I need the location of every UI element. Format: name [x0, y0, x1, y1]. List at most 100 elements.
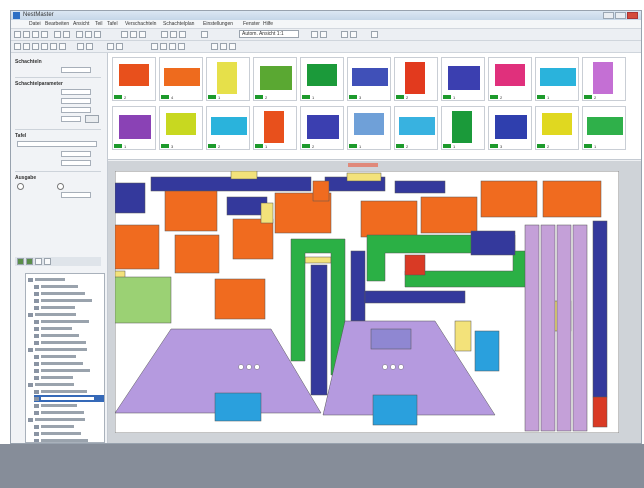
- zoom-fit-icon[interactable]: [139, 31, 146, 38]
- sheet-field-2[interactable]: [61, 160, 91, 166]
- nested-part[interactable]: [174, 234, 220, 274]
- nested-part[interactable]: [214, 278, 266, 320]
- part-thumbnail[interactable]: 4: [159, 57, 203, 101]
- menu-window[interactable]: Fenster: [243, 21, 260, 27]
- grid-icon[interactable]: [161, 31, 168, 38]
- sheet-remove-icon[interactable]: [116, 43, 123, 50]
- tree-row[interactable]: [34, 409, 104, 416]
- print-icon[interactable]: [41, 31, 48, 38]
- param-field-2[interactable]: [61, 98, 91, 104]
- view-combo[interactable]: Autom. Ansicht 1:1: [239, 30, 299, 38]
- tree-expand-icon[interactable]: [17, 258, 24, 265]
- tree-row[interactable]: [34, 297, 104, 304]
- nesting-canvas[interactable]: [108, 161, 641, 443]
- nested-part[interactable]: [592, 220, 608, 398]
- nested-part[interactable]: [480, 180, 538, 218]
- nested-part[interactable]: [115, 224, 160, 270]
- part-thumbnail[interactable]: 2: [300, 106, 344, 150]
- nested-part[interactable]: [470, 230, 516, 256]
- tree-row[interactable]: [34, 283, 104, 290]
- radio-option-2[interactable]: [57, 183, 64, 190]
- output-field[interactable]: [61, 192, 91, 198]
- label-icon[interactable]: [220, 43, 227, 50]
- tree-row[interactable]: [34, 304, 104, 311]
- color-icon[interactable]: [211, 43, 218, 50]
- nested-part[interactable]: [232, 218, 274, 260]
- menu-settings[interactable]: Einstellungen: [203, 21, 233, 27]
- nested-part[interactable]: [346, 172, 382, 182]
- tree-row[interactable]: [34, 367, 104, 374]
- nested-part[interactable]: [542, 180, 602, 218]
- param-button[interactable]: [85, 115, 99, 123]
- part-remove-icon[interactable]: [86, 43, 93, 50]
- part-thumbnail[interactable]: 2: [112, 57, 156, 101]
- part-thumbnail[interactable]: 1: [535, 57, 579, 101]
- part-thumbnail[interactable]: 2: [394, 57, 438, 101]
- nested-part[interactable]: [364, 290, 466, 304]
- nested-part[interactable]: [115, 182, 146, 214]
- part-thumbnail[interactable]: 3: [347, 57, 391, 101]
- nested-part[interactable]: [310, 264, 328, 396]
- export-icon[interactable]: [350, 31, 357, 38]
- measure-icon[interactable]: [201, 31, 208, 38]
- nest-stop-icon[interactable]: [320, 31, 327, 38]
- tree-row[interactable]: [34, 395, 104, 402]
- nested-part[interactable]: [360, 200, 418, 238]
- tree-row[interactable]: [34, 437, 104, 442]
- part-thumbnail[interactable]: 1: [441, 57, 485, 101]
- maximize-icon[interactable]: [615, 12, 626, 19]
- part-thumbnail[interactable]: 1: [582, 106, 626, 150]
- nav-prev-icon[interactable]: [160, 43, 167, 50]
- tree-row[interactable]: [34, 318, 104, 325]
- nested-part[interactable]: [454, 320, 472, 352]
- tree-row[interactable]: [28, 416, 100, 423]
- nested-part[interactable]: [394, 180, 446, 194]
- zoom-out-icon[interactable]: [130, 31, 137, 38]
- menu-nestplan[interactable]: Schachtelplan: [163, 21, 194, 27]
- move-icon[interactable]: [23, 43, 30, 50]
- menu-help[interactable]: Hilfe: [263, 21, 273, 27]
- align-left-icon[interactable]: [32, 43, 39, 50]
- tree-row[interactable]: [34, 360, 104, 367]
- part-thumbnail[interactable]: 1: [112, 106, 156, 150]
- tree-row[interactable]: [34, 290, 104, 297]
- settings-icon[interactable]: [371, 31, 378, 38]
- open-icon[interactable]: [23, 31, 30, 38]
- tree-row[interactable]: [34, 325, 104, 332]
- zoom-in-icon[interactable]: [121, 31, 128, 38]
- cut-icon[interactable]: [76, 31, 83, 38]
- menu-part[interactable]: Teil: [95, 21, 103, 27]
- part-thumbnail[interactable]: 2: [582, 57, 626, 101]
- tree-filter-icon[interactable]: [35, 258, 42, 265]
- menu-file[interactable]: Datei: [29, 21, 41, 27]
- menu-nest[interactable]: Verschachteln: [125, 21, 156, 27]
- part-thumbnail[interactable]: 2: [488, 57, 532, 101]
- part-thumbnail[interactable]: 1: [206, 57, 250, 101]
- menu-view[interactable]: Ansicht: [73, 21, 89, 27]
- mirror-icon[interactable]: [179, 31, 186, 38]
- param-field-4[interactable]: [61, 116, 81, 122]
- nested-part[interactable]: [404, 254, 426, 276]
- tree-row[interactable]: [34, 374, 104, 381]
- tree-row[interactable]: [34, 423, 104, 430]
- nested-part[interactable]: [350, 250, 366, 322]
- nested-part[interactable]: [370, 328, 412, 350]
- sheet-add-icon[interactable]: [107, 43, 114, 50]
- tree-sort-icon[interactable]: [44, 258, 51, 265]
- radio-option-1[interactable]: [17, 183, 24, 190]
- part-thumbnail[interactable]: 1: [441, 106, 485, 150]
- tree-row[interactable]: [34, 402, 104, 409]
- tree-row[interactable]: [28, 381, 100, 388]
- part-thumbnail[interactable]: 2: [535, 106, 579, 150]
- part-thumbnail[interactable]: 3: [159, 106, 203, 150]
- copy-icon[interactable]: [85, 31, 92, 38]
- nested-part[interactable]: [592, 396, 608, 428]
- align-right-icon[interactable]: [41, 43, 48, 50]
- undo-icon[interactable]: [54, 31, 61, 38]
- nav-first-icon[interactable]: [151, 43, 158, 50]
- minimize-icon[interactable]: [603, 12, 614, 19]
- tree-row[interactable]: [28, 311, 100, 318]
- part-thumbnail[interactable]: 1: [253, 106, 297, 150]
- tree-collapse-icon[interactable]: [26, 258, 33, 265]
- nested-part[interactable]: [420, 196, 478, 234]
